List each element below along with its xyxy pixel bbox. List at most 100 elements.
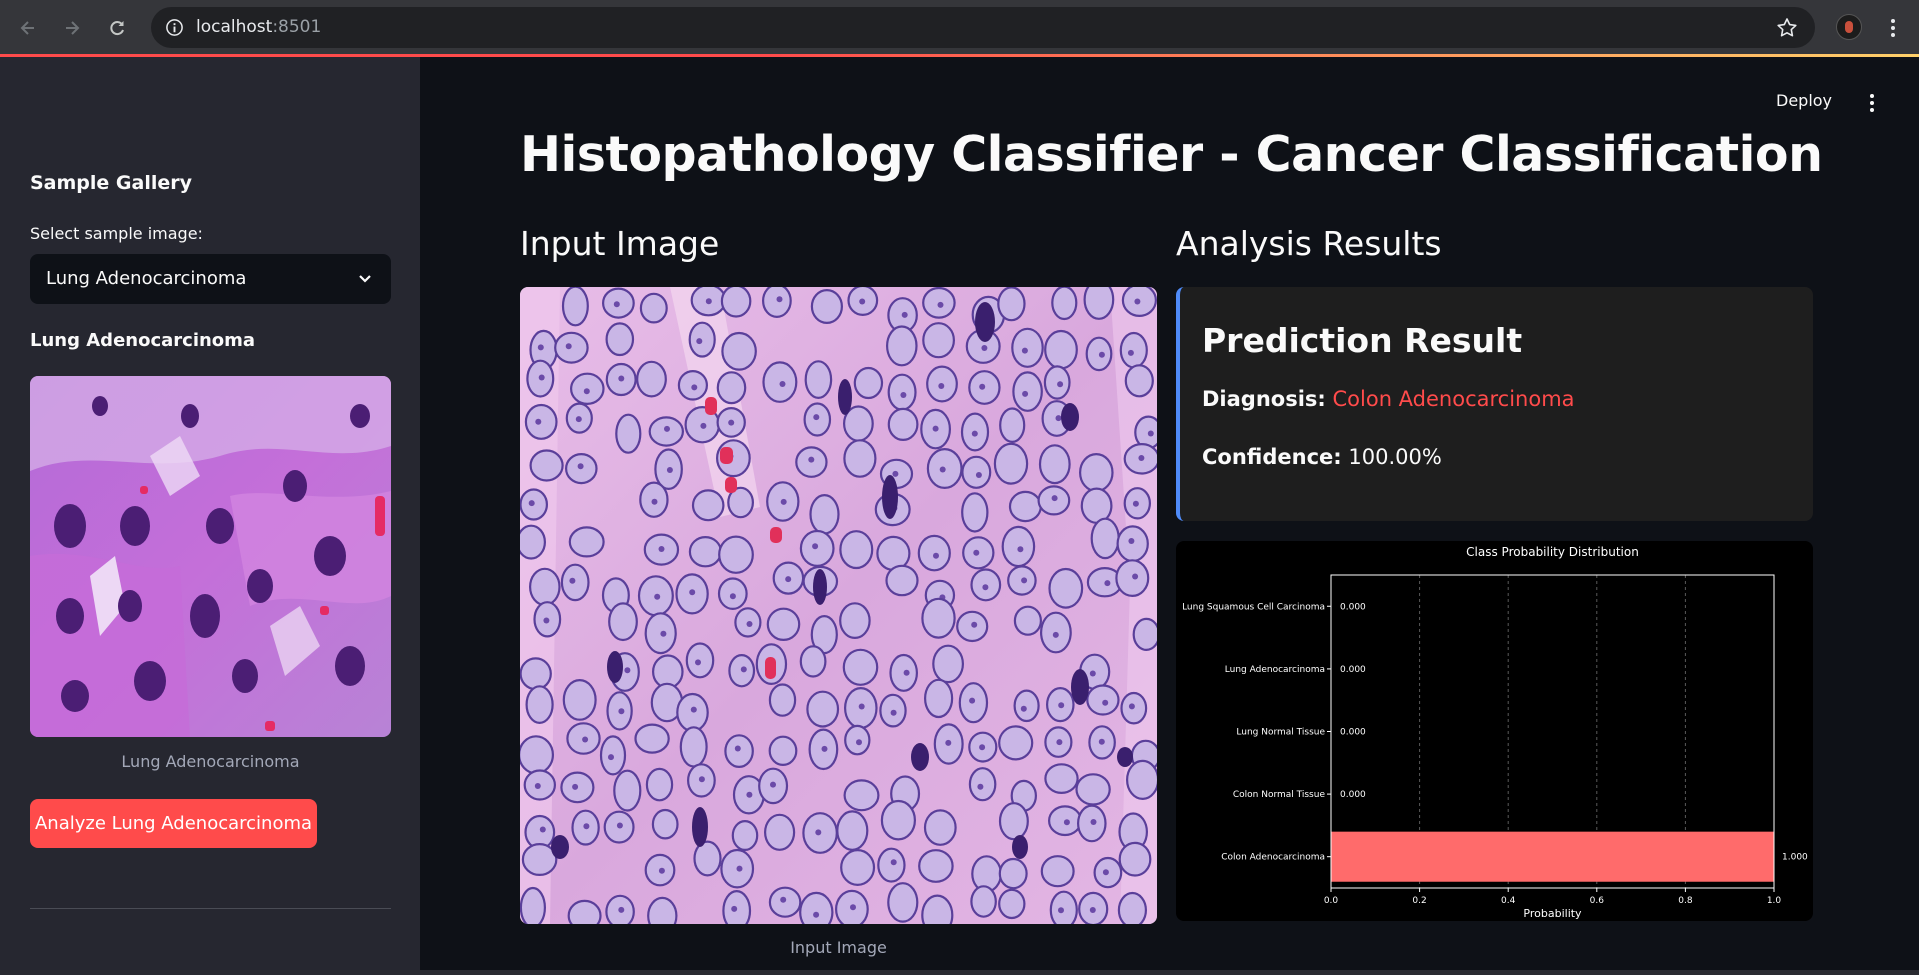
nucleolus [740, 666, 747, 673]
cell-nucleus [1043, 365, 1071, 400]
cell-nucleus [887, 882, 919, 923]
nucleolus [1128, 703, 1135, 710]
nucleolus [979, 744, 986, 751]
nucleolus [731, 905, 738, 912]
nucleolus [1089, 907, 1096, 913]
cell-nucleus [651, 808, 679, 840]
cell-nucleus [998, 888, 1026, 920]
analyze-button[interactable]: Analyze Lung Adenocarcinoma [30, 799, 317, 848]
nucleolus [618, 375, 625, 382]
nucleolus [698, 776, 705, 783]
cell-nucleus [1124, 364, 1154, 398]
cell-nucleus [1040, 855, 1075, 888]
cell-nucleus [1051, 287, 1078, 321]
cell-nucleus [1008, 490, 1042, 523]
site-info-icon[interactable] [165, 18, 184, 37]
chart-bar [1331, 831, 1774, 882]
forward-arrow-icon[interactable] [58, 14, 86, 42]
nucleolus [575, 416, 582, 423]
cell-nucleus [721, 331, 757, 371]
back-arrow-icon[interactable] [14, 14, 42, 42]
nucleolus [785, 576, 792, 583]
nucleolus [729, 593, 736, 600]
cell-nucleus [806, 690, 840, 728]
cell-nucleus [525, 685, 554, 725]
chart-title: Class Probability Distribution [1466, 545, 1639, 559]
deploy-button[interactable]: Deploy [1776, 91, 1832, 110]
reload-icon[interactable] [103, 14, 131, 42]
nucleolus [890, 709, 897, 716]
cell-nucleus [836, 810, 869, 851]
nucleolus [1058, 907, 1064, 914]
dark-nucleus [1012, 835, 1028, 859]
nucleolus [812, 543, 819, 550]
nucleolus [1058, 702, 1065, 709]
cell-nucleus [968, 767, 997, 802]
cell-nucleus [810, 289, 843, 324]
cell-nucleus [1117, 891, 1147, 924]
bookmark-star-icon[interactable] [1775, 16, 1799, 40]
cell-nucleus [645, 767, 674, 802]
nucleolus [933, 552, 939, 559]
cell-nucleus [520, 524, 546, 560]
profile-avatar[interactable] [1836, 14, 1862, 40]
dark-nucleus [692, 807, 708, 847]
dark-nucleus [882, 475, 898, 519]
cell-nucleus [520, 886, 546, 924]
nucleolus [565, 343, 572, 350]
chevron-down-icon[interactable] [355, 269, 375, 289]
nucleolus [696, 338, 703, 345]
nucleolus [1104, 580, 1111, 587]
cell-nucleus [768, 683, 797, 717]
cell-nucleus [961, 492, 989, 533]
cell-nucleus [766, 607, 801, 641]
nucleolus [658, 546, 665, 552]
bar-value-label: 0.000 [1340, 665, 1366, 675]
nucleolus [537, 344, 544, 351]
cell-nucleus [1013, 689, 1040, 723]
prediction-result-card: Prediction Result Diagnosis: Colon Adeno… [1176, 287, 1813, 521]
dark-nucleus [911, 743, 929, 771]
cell-nucleus [921, 894, 954, 924]
cell-nucleus [877, 847, 906, 883]
sample-select[interactable]: Lung Adenocarcinoma [30, 254, 391, 304]
kebab-menu-icon[interactable] [1862, 91, 1882, 115]
cell-nucleus [804, 360, 833, 400]
cell-nucleus [843, 439, 877, 478]
cell-nucleus [762, 361, 798, 403]
x-tick-label: 0.8 [1678, 896, 1693, 906]
bar-value-label: 1.000 [1782, 853, 1808, 863]
nucleolus [660, 630, 667, 637]
nucleolus [1020, 705, 1027, 712]
url-text[interactable]: localhost:8501 [196, 17, 321, 37]
cell-nucleus [562, 679, 597, 721]
diagnosis-value: Colon Adenocarcinoma [1332, 387, 1575, 411]
nucleolus [577, 463, 584, 470]
nucleolus [689, 589, 696, 596]
cell-nucleus [840, 848, 876, 886]
nucleolus [780, 896, 787, 903]
cell-nucleus [887, 373, 917, 411]
x-tick-label: 0.6 [1590, 896, 1605, 906]
nucleolus [1090, 819, 1097, 825]
cell-nucleus [679, 726, 708, 768]
nucleolus [903, 669, 910, 676]
nucleolus [808, 456, 815, 463]
cell-nucleus [885, 564, 919, 597]
cell-nucleus [647, 896, 678, 924]
cell-nucleus [885, 325, 918, 367]
nucleolus [1127, 349, 1134, 356]
sidebar-title: Sample Gallery [30, 172, 193, 194]
cell-nucleus [1083, 287, 1115, 320]
nucleolus [813, 414, 820, 421]
address-bar[interactable]: localhost:8501 [151, 7, 1815, 48]
nucleolus [608, 754, 614, 761]
dark-nucleus [1117, 747, 1133, 767]
cell-nucleus [999, 407, 1026, 444]
cell-nucleus [1118, 841, 1152, 877]
cell-nucleus [764, 813, 796, 851]
cell-nucleus [688, 536, 722, 568]
browser-menu-icon[interactable] [1883, 14, 1903, 42]
x-tick-label: 0.0 [1324, 896, 1339, 906]
cell-nucleus [1080, 487, 1113, 524]
